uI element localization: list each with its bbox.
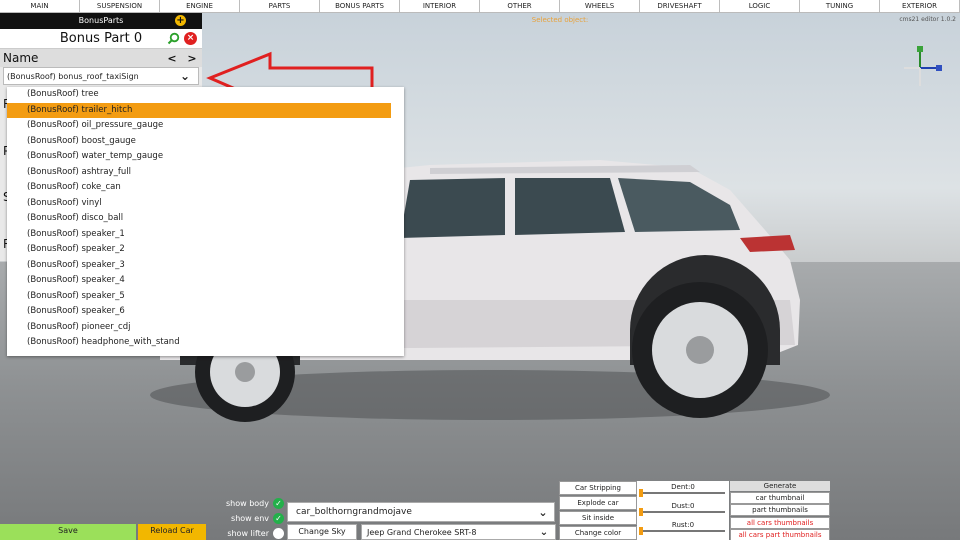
- dropdown-option[interactable]: (BonusRoof) boost_gauge: [7, 134, 404, 150]
- visibility-toggles: show body ✓ show env ✓ show lifter: [210, 496, 284, 540]
- dropdown-option[interactable]: (BonusRoof) speaker_6: [7, 304, 404, 320]
- save-button[interactable]: Save: [0, 524, 136, 540]
- condition-slider[interactable]: Dent:0: [637, 483, 729, 497]
- dropdown-option[interactable]: (BonusRoof) oil_pressure_gauge: [7, 118, 404, 134]
- menu-tab-parts[interactable]: PARTS: [240, 0, 320, 12]
- chevron-down-icon: ⌄: [538, 505, 548, 519]
- part-thumbnails-button[interactable]: part thumbnails: [730, 504, 830, 516]
- dropdown-option[interactable]: (BonusRoof) tree: [7, 87, 404, 103]
- menu-tab-tuning[interactable]: TUNING: [800, 0, 880, 12]
- next-arrow-icon[interactable]: >: [182, 52, 202, 65]
- unchecked-icon[interactable]: [273, 528, 284, 539]
- menu-tab-main[interactable]: MAIN: [0, 0, 80, 12]
- panel-header: BonusParts +: [0, 13, 202, 29]
- slider-label: Dent:0: [671, 483, 695, 491]
- explode-car-button[interactable]: Explode car: [559, 496, 637, 510]
- dropdown-option[interactable]: (BonusRoof) speaker_3: [7, 258, 404, 274]
- plus-icon[interactable]: +: [175, 15, 186, 26]
- slider-handle[interactable]: [639, 489, 643, 497]
- dropdown-option[interactable]: (BonusRoof) disco_ball: [7, 211, 404, 227]
- sit-inside-button[interactable]: Sit inside: [559, 511, 637, 525]
- slider-label: Rust:0: [671, 521, 695, 529]
- car-stripping-button[interactable]: Car Stripping: [559, 481, 637, 495]
- chevron-down-icon: ⌄: [179, 69, 191, 83]
- dropdown-option[interactable]: (BonusRoof) speaker_4: [7, 273, 404, 289]
- car-model-value: Jeep Grand Cherokee SRT-8: [367, 527, 477, 537]
- car-model-dropdown[interactable]: Jeep Grand Cherokee SRT-8 ⌄: [361, 524, 556, 540]
- change-sky-button[interactable]: Change Sky: [287, 524, 357, 540]
- reload-car-button[interactable]: Reload Car: [138, 524, 206, 540]
- prev-arrow-icon[interactable]: <: [162, 52, 182, 65]
- slider-handle[interactable]: [639, 527, 643, 535]
- menu-tab-other[interactable]: OTHER: [480, 0, 560, 12]
- car-thumbnail-button[interactable]: car thumbnail: [730, 491, 830, 504]
- dropdown-option[interactable]: (BonusRoof) speaker_2: [7, 242, 404, 258]
- dropdown-option[interactable]: (BonusRoof) water_temp_gauge: [7, 149, 404, 165]
- car-select-value: car_bolthorngrandmojave: [296, 507, 412, 517]
- toggle-label: show body: [225, 499, 269, 508]
- dropdown-option[interactable]: (BonusRoof) ashtray_full: [7, 165, 404, 181]
- dropdown-option[interactable]: (BonusRoof) headphone_with_stand: [7, 335, 404, 351]
- condition-slider[interactable]: Dust:0: [637, 502, 729, 516]
- menu-tab-bonus-parts[interactable]: BONUS PARTS: [320, 0, 400, 12]
- checkmark-icon[interactable]: ✓: [273, 513, 284, 524]
- slider-track[interactable]: [641, 492, 725, 494]
- slider-label: Dust:0: [671, 502, 695, 510]
- generate-panel: Generate car thumbnail part thumbnails all…: [730, 481, 830, 540]
- part-type-value: (BonusRoof) bonus_roof_taxiSign: [7, 71, 139, 81]
- menu-tab-interior[interactable]: INTERIOR: [400, 0, 480, 12]
- checkmark-icon[interactable]: ✓: [273, 498, 284, 509]
- search-icon[interactable]: [167, 32, 180, 45]
- name-label: Name: [3, 51, 39, 65]
- axis-gizmo-icon[interactable]: [896, 44, 944, 92]
- part-selector: Bonus Part 0 ×: [0, 29, 202, 48]
- dropdown-option[interactable]: (BonusRoof) trailer_hitch: [7, 102, 391, 118]
- menu-tab-suspension[interactable]: SUSPENSION: [80, 0, 160, 12]
- dropdown-option[interactable]: (BonusRoof) speaker_5: [7, 289, 404, 305]
- dropdown-option[interactable]: (BonusRoof) speaker_1: [7, 227, 404, 243]
- menu-tab-logic[interactable]: LOGIC: [720, 0, 800, 12]
- menu-tab-driveshaft[interactable]: DRIVESHAFT: [640, 0, 720, 12]
- panel-title: BonusParts: [78, 16, 124, 25]
- toggle-row[interactable]: show lifter: [210, 526, 284, 540]
- version-label: cms21 editor 1.0.2: [899, 16, 956, 23]
- menu-tab-wheels[interactable]: WHEELS: [560, 0, 640, 12]
- all-cars-part-thumbnails-button[interactable]: all cars part thumbnails: [730, 529, 830, 540]
- condition-sliders: Dent:0 Dust:0 Rust:0: [637, 481, 729, 540]
- car-options: Car Stripping Explode car Sit inside Change…: [559, 481, 637, 540]
- toggle-row[interactable]: show body ✓: [210, 496, 284, 511]
- dropdown-option[interactable]: (BonusRoof) pioneer_cdj: [7, 320, 404, 336]
- all-cars-thumbnails-button[interactable]: all cars thumbnails: [730, 516, 830, 529]
- slider-handle[interactable]: [639, 508, 643, 516]
- dropdown-option[interactable]: (BonusRoof) coke_can: [7, 180, 404, 196]
- condition-slider[interactable]: Rust:0: [637, 521, 729, 535]
- menu-tab-engine[interactable]: ENGINE: [160, 0, 240, 12]
- selected-object-status: Selected object:: [531, 16, 589, 24]
- menu-tab-exterior[interactable]: EXTERIOR: [880, 0, 960, 12]
- name-row: Name < >: [0, 48, 202, 67]
- close-icon[interactable]: ×: [184, 32, 197, 45]
- slider-track[interactable]: [641, 530, 725, 532]
- toggle-label: show env: [231, 514, 269, 523]
- part-type-dropdown-list: (BonusRoof) tree (BonusRoof) trailer_hitc…: [7, 87, 404, 356]
- change-color-button[interactable]: Change color: [559, 526, 637, 540]
- generate-header: Generate: [730, 481, 830, 491]
- dropdown-option[interactable]: (BonusRoof) vinyl: [7, 196, 404, 212]
- part-type-dropdown[interactable]: (BonusRoof) bonus_roof_taxiSign ⌄: [3, 67, 199, 85]
- top-menu-bar: MAIN SUSPENSION ENGINE PARTS BONUS PARTS INTE…: [0, 0, 960, 13]
- toggle-label: show lifter: [227, 529, 269, 538]
- chevron-down-icon: ⌄: [539, 526, 549, 538]
- slider-track[interactable]: [641, 511, 725, 513]
- toggle-row[interactable]: show env ✓: [210, 511, 284, 526]
- car-select-dropdown[interactable]: car_bolthorngrandmojave ⌄: [287, 502, 555, 522]
